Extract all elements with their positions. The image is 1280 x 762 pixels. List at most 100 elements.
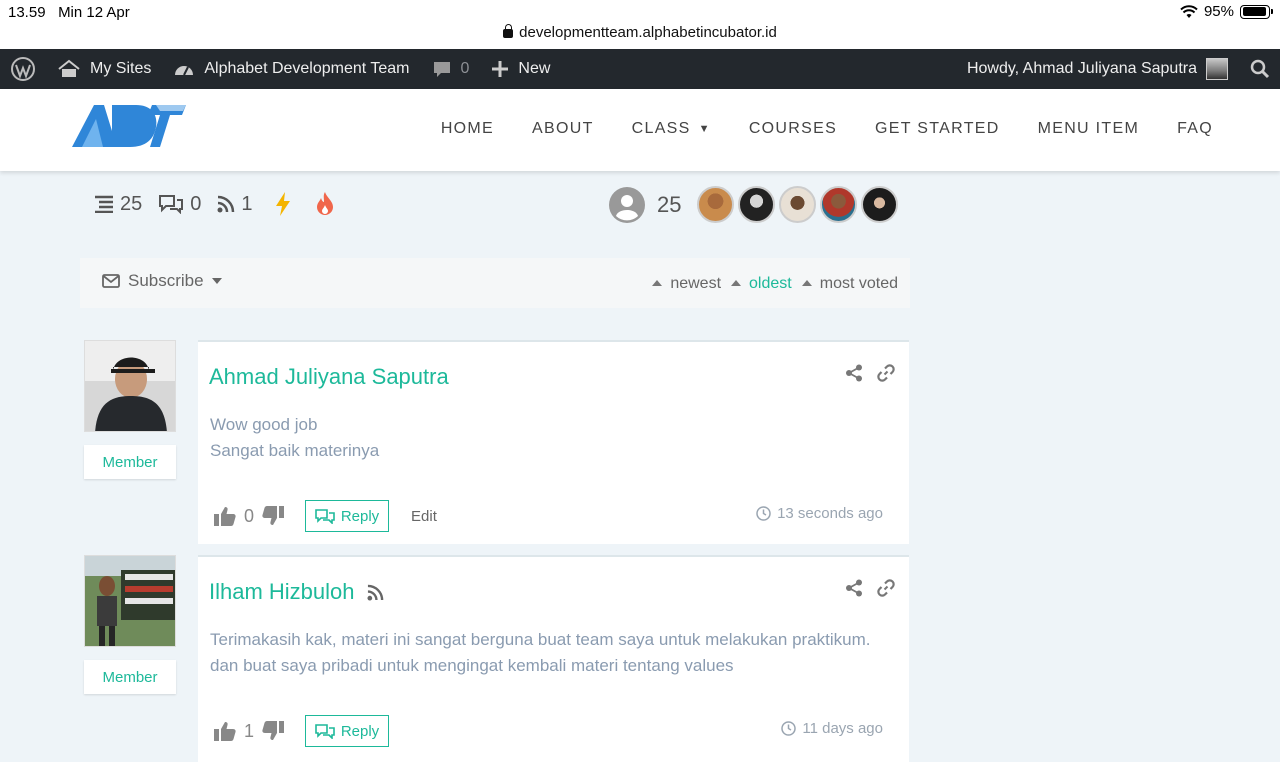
nav-courses[interactable]: COURSES (730, 120, 856, 138)
participants-count: 25 (657, 191, 682, 217)
comment-time[interactable]: 13 seconds ago (756, 505, 883, 522)
wp-admin-bar: My Sites Alphabet Development Team 0 New… (0, 49, 1280, 89)
reply-label: Reply (340, 507, 380, 525)
reply-comments-icon (315, 723, 335, 739)
link-icon[interactable] (877, 579, 895, 597)
account-menu[interactable]: Howdy, Ahmad Juliyana Saputra (956, 49, 1239, 89)
url-text: developmentteam.alphabetincubator.id (519, 24, 777, 41)
comment-line: Terimakasih kak, materi ini sangat bergu… (210, 630, 871, 649)
comments-menu[interactable]: 0 (421, 49, 481, 89)
nav-class[interactable]: CLASS ▼ (613, 120, 730, 138)
author-name-text: Ahmad Juliyana Saputra (209, 364, 449, 389)
comment-author-avatar[interactable] (84, 555, 176, 647)
reply-button[interactable]: Reply (305, 500, 390, 532)
member-label: Member (102, 453, 158, 471)
comment-author-name[interactable]: Ahmad Juliyana Saputra (209, 364, 449, 390)
status-time: 13.59 (8, 4, 46, 21)
nav-about-label: ABOUT (532, 120, 594, 137)
caret-down-icon: ▼ (698, 123, 711, 135)
status-date: Min 12 Apr (58, 4, 130, 21)
comment-author-name[interactable]: Ilham Hizbuloh (209, 579, 384, 605)
site-logo[interactable] (72, 101, 186, 149)
sort-arrow-icon (801, 280, 812, 286)
address-bar[interactable]: developmentteam.alphabetincubator.id (0, 24, 1280, 41)
threads-count: 25 (120, 192, 143, 215)
wordpress-logo-button[interactable] (0, 49, 46, 89)
bolt-icon (275, 192, 290, 216)
followers-count: 1 (241, 192, 253, 215)
comments-icon (159, 195, 184, 214)
my-sites-label: My Sites (90, 60, 152, 77)
nav-faq[interactable]: FAQ (1158, 120, 1232, 138)
threads-stat: 25 (94, 193, 142, 216)
comment-card: Ahmad Juliyana Saputra Wow good job Sang… (198, 340, 909, 544)
subscribe-bar: Subscribe newest oldest most voted (80, 258, 910, 308)
new-content-menu[interactable]: New (480, 49, 561, 89)
nav-get-started-label: GET STARTED (875, 120, 1000, 137)
admin-search-button[interactable] (1239, 49, 1280, 89)
nav-menu-item[interactable]: MENU ITEM (1019, 120, 1158, 138)
discussion-stats: 25 0 1 (94, 192, 351, 216)
comment-text: Wow good job Sangat baik materinya (210, 412, 379, 464)
sort-arrow-icon (731, 280, 742, 286)
thumbs-down-icon[interactable] (262, 506, 285, 526)
recent-activity-stat[interactable] (275, 192, 291, 216)
plus-icon (492, 61, 509, 77)
subscribe-label: Subscribe (128, 271, 204, 290)
comment-author-avatar[interactable] (84, 340, 176, 432)
nav-courses-label: COURSES (748, 120, 838, 137)
battery-percent: 95% (1203, 3, 1234, 20)
participant-avatar[interactable] (820, 186, 858, 223)
member-badge: Member (84, 445, 176, 479)
comment-bubble-icon (433, 62, 450, 77)
replies-stat: 0 (158, 193, 201, 216)
comment-text: Terimakasih kak, materi ini sangat bergu… (210, 627, 871, 679)
comment-actions: 1 Reply (214, 715, 390, 747)
vote-control: 0 (214, 505, 285, 527)
new-label: New (518, 60, 551, 77)
my-sites-menu[interactable]: My Sites (46, 49, 162, 89)
comment-card: Ilham Hizbuloh Terimakasih kak, materi i… (198, 555, 909, 762)
edit-link[interactable]: Edit (411, 508, 437, 525)
participant-avatar[interactable] (697, 186, 735, 223)
comment-time[interactable]: 11 days ago (781, 720, 883, 737)
wifi-icon (1180, 4, 1198, 18)
thumbs-up-icon[interactable] (214, 506, 236, 526)
hot-stat[interactable] (315, 192, 335, 216)
dashboard-icon (175, 66, 194, 76)
nav-about[interactable]: ABOUT (513, 120, 613, 138)
vote-count: 0 (244, 505, 255, 526)
sort-most-voted[interactable]: most voted (820, 275, 898, 293)
lock-icon (503, 24, 514, 38)
account-avatar (1206, 58, 1228, 80)
reply-comments-icon (315, 508, 335, 524)
site-name-label: Alphabet Development Team (204, 60, 410, 77)
comments-count: 0 (460, 60, 470, 77)
sort-newest[interactable]: newest (670, 275, 721, 293)
participant-avatar[interactable] (861, 186, 899, 223)
site-header: HOME ABOUT CLASS ▼ COURSES GET STARTED ME… (0, 89, 1280, 171)
nav-class-label: CLASS (631, 120, 691, 137)
participant-avatar[interactable] (738, 186, 776, 223)
nav-get-started[interactable]: GET STARTED (856, 120, 1019, 138)
site-name-menu[interactable]: Alphabet Development Team (162, 49, 420, 89)
comment-tools (845, 364, 895, 382)
reply-button[interactable]: Reply (305, 715, 390, 747)
vote-control: 1 (214, 720, 285, 742)
subscribe-dropdown[interactable]: Subscribe (102, 271, 222, 291)
nav-home[interactable]: HOME (422, 120, 513, 138)
thumbs-down-icon[interactable] (262, 721, 285, 741)
sort-oldest[interactable]: oldest (749, 275, 792, 293)
thumbs-up-icon[interactable] (214, 721, 236, 741)
fire-icon (316, 192, 333, 215)
nav-home-label: HOME (440, 120, 495, 137)
comment-actions: 0 Reply Edit (214, 500, 437, 532)
vote-count: 1 (244, 720, 255, 741)
share-icon[interactable] (845, 579, 863, 597)
link-icon[interactable] (877, 364, 895, 382)
ios-status-bar: 13.59 Min 12 Apr 95% developmentteam.alp… (0, 0, 1280, 49)
share-icon[interactable] (845, 364, 863, 382)
time-text: 13 seconds ago (777, 505, 883, 522)
participant-avatar[interactable] (779, 186, 817, 223)
battery-icon (1240, 4, 1273, 19)
